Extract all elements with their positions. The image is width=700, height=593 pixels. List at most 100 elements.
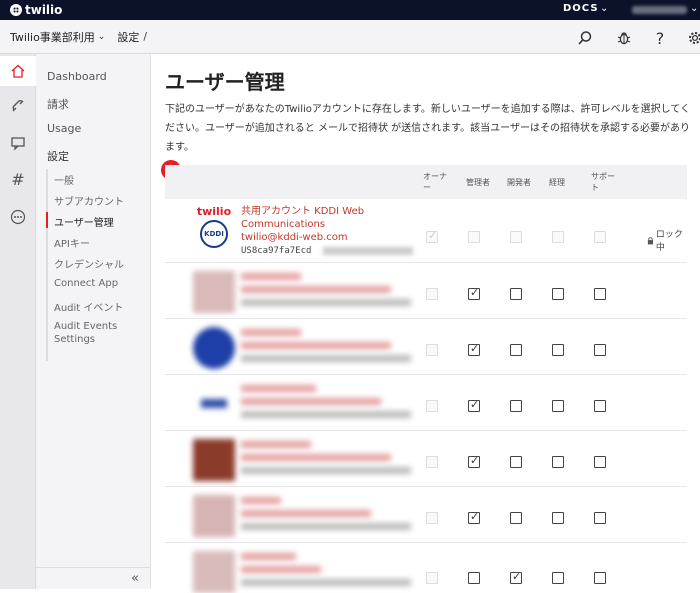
main-content: ユーザー管理 下記のユーザーがあなたのTwilioアカウントに存在します。新しい… <box>151 54 700 593</box>
user-name-redacted <box>241 441 311 448</box>
breadcrumb-settings[interactable]: 設定 <box>117 29 139 45</box>
developer-checkbox[interactable] <box>510 456 522 468</box>
hash-icon[interactable]: # <box>0 164 36 194</box>
top-bar: twilio DOCS ⌄ ⌄ <box>0 0 700 20</box>
lock-label: ロック中 <box>655 230 683 253</box>
billing-checkbox[interactable] <box>552 456 564 468</box>
table-row <box>165 319 687 375</box>
lock-icon <box>647 236 654 244</box>
developer-checkbox[interactable] <box>510 400 522 412</box>
avatar <box>193 327 235 369</box>
user-email-redacted <box>241 454 391 461</box>
more-icon[interactable] <box>0 202 36 232</box>
developer-checkbox[interactable] <box>510 288 522 300</box>
help-icon[interactable]: ? <box>651 29 669 48</box>
search-icon[interactable] <box>576 29 594 47</box>
user-sid-redacted <box>241 411 411 418</box>
user-email-redacted <box>241 510 371 517</box>
table-header: オーナー 管理者 開発者 経理 サポート <box>165 165 687 199</box>
collapse-sidenav-button[interactable]: « <box>36 567 151 589</box>
nav-audit-events[interactable]: Audit イベント <box>54 299 123 314</box>
user-email[interactable]: twilio@kddi-web.com <box>241 232 348 243</box>
support-checkbox[interactable] <box>594 572 606 584</box>
admin-checkbox[interactable] <box>468 342 480 356</box>
user-email-redacted <box>241 398 381 405</box>
developer-checkbox <box>510 231 522 243</box>
support-checkbox[interactable] <box>594 400 606 412</box>
twilio-logo-icon <box>10 4 22 16</box>
nav-api-keys[interactable]: APIキー <box>54 235 90 250</box>
nav-billing[interactable]: 請求 <box>47 96 69 112</box>
project-selector[interactable]: Twilio事業部利用 <box>10 29 95 45</box>
nav-settings[interactable]: 設定 <box>47 148 69 164</box>
kddi-emblem: KDDI <box>200 220 228 248</box>
account-menu[interactable] <box>632 6 687 14</box>
owner-checkbox <box>426 572 438 584</box>
support-checkbox[interactable] <box>594 512 606 524</box>
developer-checkbox[interactable] <box>510 344 522 356</box>
user-sid-redacted <box>241 579 411 586</box>
avatar <box>193 271 235 313</box>
billing-checkbox[interactable] <box>552 288 564 300</box>
phone-icon[interactable] <box>0 91 36 121</box>
user-sid-redacted <box>241 299 411 306</box>
support-checkbox[interactable] <box>594 456 606 468</box>
billing-checkbox[interactable] <box>552 512 564 524</box>
nav-dashboard[interactable]: Dashboard <box>47 70 107 83</box>
home-icon[interactable] <box>0 56 36 86</box>
billing-checkbox[interactable] <box>552 572 564 584</box>
user-sid: US8ca97fa7Ecd <box>241 246 312 256</box>
admin-checkbox[interactable] <box>468 572 480 584</box>
user-email-redacted <box>241 566 321 573</box>
avatar <box>193 551 235 593</box>
nav-subaccounts[interactable]: サブアカウント <box>54 193 124 208</box>
nav-user-management[interactable]: ユーザー管理 <box>54 214 114 229</box>
twilio-logo[interactable]: twilio <box>10 3 62 17</box>
page-title: ユーザー管理 <box>165 70 285 94</box>
owner-checkbox <box>426 344 438 356</box>
nav-usage[interactable]: Usage <box>47 122 81 135</box>
avatar <box>193 383 235 425</box>
docs-menu[interactable]: DOCS <box>563 3 599 14</box>
owner-checkbox <box>426 229 438 243</box>
support-checkbox[interactable] <box>594 344 606 356</box>
owner-checkbox <box>426 512 438 524</box>
user-name[interactable]: 共用アカウント KDDI Web Communications <box>241 205 371 231</box>
billing-checkbox[interactable] <box>552 400 564 412</box>
user-name-redacted <box>241 553 296 560</box>
avatar <box>193 495 235 537</box>
support-checkbox[interactable] <box>594 288 606 300</box>
developer-checkbox[interactable] <box>510 570 522 584</box>
table-row <box>165 543 687 593</box>
chevron-down-icon[interactable]: ⌄ <box>98 32 106 42</box>
column-header-admin: 管理者 <box>466 177 490 187</box>
nav-connect-app[interactable]: Connect App <box>54 278 118 289</box>
breadcrumb: Twilio事業部利用 ⌄ 設定 / <box>0 20 700 54</box>
nav-divider <box>46 169 48 361</box>
nav-general[interactable]: 一般 <box>54 172 74 187</box>
bug-icon[interactable] <box>615 29 633 47</box>
logo-kddi-text: KDDI <box>204 230 224 238</box>
user-name-redacted <box>241 497 281 504</box>
logo-twilio-text: twilio <box>196 205 232 218</box>
nav-audit-events-settings[interactable]: Audit Events Settings <box>54 320 134 346</box>
chevron-down-icon[interactable]: ⌄ <box>690 3 698 14</box>
nav-credentials[interactable]: クレデンシャル <box>54 256 124 271</box>
billing-checkbox[interactable] <box>552 344 564 356</box>
gear-icon[interactable] <box>686 29 700 47</box>
admin-checkbox[interactable] <box>468 454 480 468</box>
column-header-billing: 経理 <box>549 177 565 187</box>
chevron-down-icon[interactable]: ⌄ <box>600 3 608 14</box>
owner-checkbox <box>426 288 438 300</box>
admin-checkbox[interactable] <box>468 510 480 524</box>
table-row <box>165 263 687 319</box>
owner-checkbox <box>426 400 438 412</box>
admin-checkbox <box>468 231 480 243</box>
owner-checkbox <box>426 456 438 468</box>
table-row <box>165 431 687 487</box>
admin-checkbox[interactable] <box>468 398 480 412</box>
admin-checkbox[interactable] <box>468 286 480 300</box>
developer-checkbox[interactable] <box>510 512 522 524</box>
chat-icon[interactable] <box>0 128 36 158</box>
support-checkbox <box>594 231 606 243</box>
